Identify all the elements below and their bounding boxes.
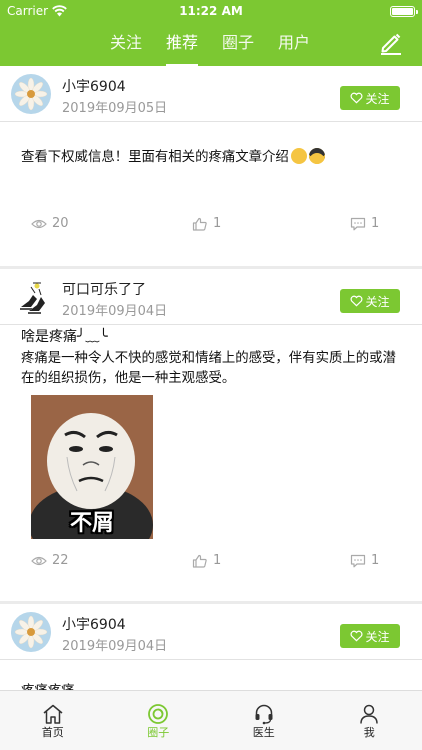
status-bar: Carrier 11:22 AM [0,4,422,20]
comments-stat[interactable]: 1 [350,216,379,231]
heart-icon [351,92,363,104]
comments-count: 1 [371,216,380,231]
follow-label: 关注 [365,294,390,309]
user-icon [360,704,378,724]
follow-button[interactable]: 关注 [340,86,400,110]
follow-button[interactable]: 关注 [340,624,400,648]
feed-tabs: 关注 推荐 圈子 用户 [110,32,310,66]
heart-icon [351,295,363,307]
views-count: 22 [52,553,69,568]
clock: 11:22 AM [179,4,243,18]
views-stat: 22 [31,553,69,568]
follow-label: 关注 [365,629,390,644]
compose-icon[interactable] [378,30,404,56]
tab-users[interactable]: 用户 [278,32,310,62]
nav-label: 我 [363,726,375,739]
post-date: 2019年09月04日 [62,639,168,654]
circle-icon [148,704,169,724]
bottom-nav: 首页 圈子 医生 我 [0,690,422,750]
post-date: 2019年09月05日 [62,101,168,116]
comments-stat[interactable]: 1 [350,553,379,568]
follow-label: 关注 [365,91,390,106]
battery-icon [390,6,418,17]
tab-recommended[interactable]: 推荐 [165,32,199,66]
home-icon [43,704,63,724]
likes-count: 1 [213,553,222,568]
post-title: 啥是疼痛╯﹏╰ [21,329,108,345]
follow-button[interactable]: 关注 [340,289,400,313]
avatar[interactable] [11,612,51,652]
eye-icon [31,556,47,565]
nav-doctors[interactable]: 医生 [211,691,317,750]
headset-icon [255,704,273,725]
post-card[interactable]: 小宇6904 2019年09月04日 关注 疼痛疼痛 [0,604,422,690]
nav-circles[interactable]: 圈子 [106,691,212,750]
post-header: 小宇6904 2019年09月04日 关注 [0,604,422,660]
post-text: 查看下权威信息！里面有相关的疼痛文章介绍 [21,148,325,168]
post-stats: 20 1 1 [0,216,422,236]
eye-icon [31,219,47,228]
post-card[interactable]: 小宇6904 2019年09月05日 关注 查看下权威信息！里面有相关的疼痛文章… [0,66,422,266]
post-username[interactable]: 可口可乐了了 [62,279,146,299]
comments-count: 1 [371,553,380,568]
nav-label: 圈子 [147,726,170,739]
meme-caption: 不屑 [69,511,114,536]
avatar[interactable] [11,277,51,317]
post-text-content: 查看下权威信息！里面有相关的疼痛文章介绍 [21,150,289,165]
post-date: 2019年09月04日 [62,304,168,319]
heart-icon [351,630,363,642]
comment-icon [350,554,366,567]
grin-emoji-icon [290,148,307,164]
top-bar: Carrier 11:22 AM 关注 推荐 圈子 用户 [0,0,422,66]
views-stat: 20 [31,216,69,231]
comment-icon [350,217,366,230]
post-header: 可口可乐了了 2019年09月04日 关注 [0,269,422,325]
tab-following[interactable]: 关注 [110,32,142,62]
nav-label: 首页 [41,726,64,739]
post-stats: 22 1 1 [0,553,422,573]
thumbs-up-icon [192,217,207,231]
post-image[interactable]: 不屑 [31,395,153,539]
thumbs-up-icon [192,554,207,568]
post-text: 疼痛疼痛 [21,682,75,690]
views-count: 20 [52,216,69,231]
likes-stat[interactable]: 1 [192,216,221,231]
post-username[interactable]: 小宇6904 [62,76,126,96]
nav-label: 医生 [252,726,275,739]
sunglasses-emoji-icon [308,148,325,164]
post-header: 小宇6904 2019年09月05日 关注 [0,66,422,122]
nav-home[interactable]: 首页 [0,691,106,750]
nav-me[interactable]: 我 [317,691,422,750]
post-card[interactable]: 可口可乐了了 2019年09月04日 关注 啥是疼痛╯﹏╰ 疼痛是一种令人不快的… [0,269,422,601]
likes-count: 1 [213,216,222,231]
post-feed[interactable]: 小宇6904 2019年09月05日 关注 查看下权威信息！里面有相关的疼痛文章… [0,66,422,690]
post-text: 疼痛是一种令人不快的感觉和情绪上的感受，伴有实质上的或潜在的组织损伤，他是一种主… [21,351,396,386]
tab-circles[interactable]: 圈子 [222,32,254,62]
avatar[interactable] [11,74,51,114]
likes-stat[interactable]: 1 [192,553,221,568]
post-username[interactable]: 小宇6904 [62,614,126,634]
